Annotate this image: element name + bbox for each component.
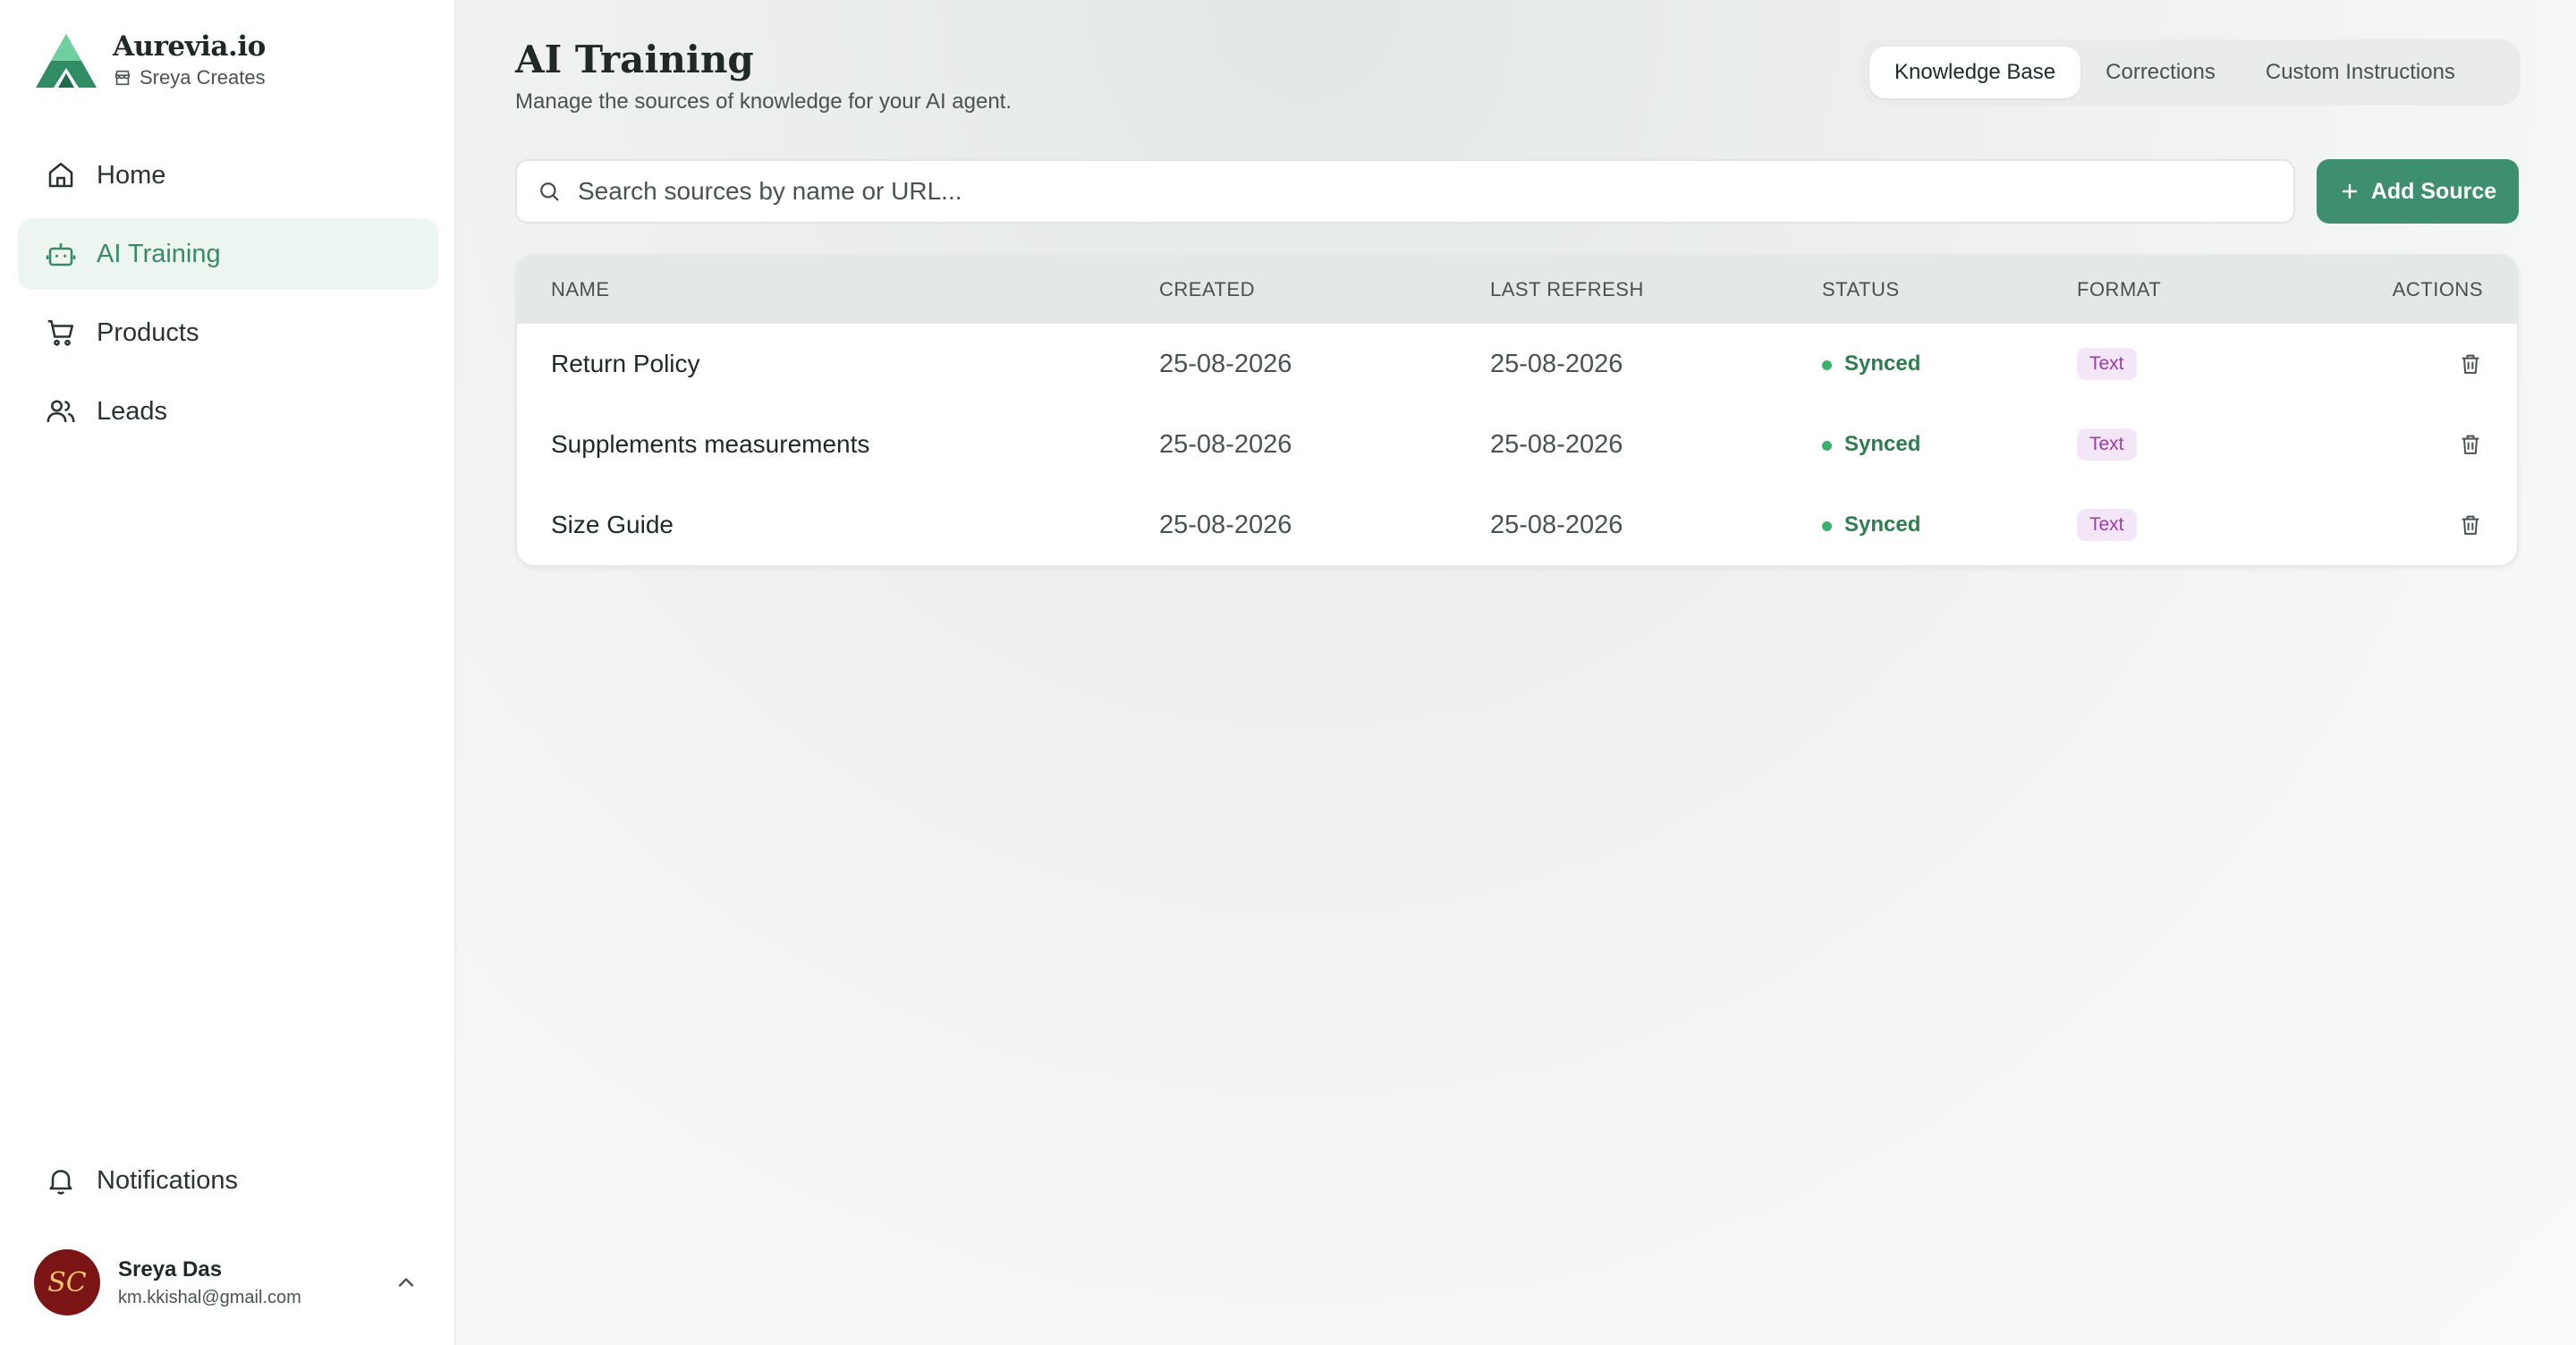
- column-header-last-refresh[interactable]: LAST REFRESH: [1490, 278, 1644, 301]
- format-badge: Text: [2077, 428, 2137, 461]
- delete-button[interactable]: [2458, 404, 2483, 485]
- trash-icon: [2462, 435, 2479, 454]
- created-date: 25-08-2026: [1159, 429, 1292, 459]
- status-text: Synced: [1844, 351, 1921, 376]
- sidebar-item-label: Products: [97, 317, 199, 347]
- sidebar-item-label: AI Training: [97, 239, 221, 268]
- tab-corrections[interactable]: Corrections: [2080, 47, 2241, 98]
- column-header-status[interactable]: STATUS: [1822, 278, 1900, 301]
- aurevia-logo-icon: [36, 34, 97, 88]
- trash-icon: [2462, 515, 2479, 535]
- status-badge: Synced: [1822, 404, 1920, 485]
- tab-knowledge-base[interactable]: Knowledge Base: [1869, 47, 2081, 98]
- sidebar: Aurevia.io Sreya Creates Home AI Trainin…: [0, 0, 456, 1345]
- column-header-created[interactable]: CREATED: [1159, 278, 1255, 301]
- user-email: km.kkishal@gmail.com: [118, 1287, 301, 1307]
- status-text: Synced: [1844, 512, 1921, 537]
- column-header-format[interactable]: FORMAT: [2077, 278, 2161, 301]
- add-source-button[interactable]: Add Source: [2317, 159, 2519, 224]
- trash-icon: [2462, 354, 2479, 374]
- status-badge: Synced: [1822, 324, 1920, 404]
- robot-icon: [46, 243, 76, 266]
- source-name[interactable]: Return Policy: [551, 324, 700, 404]
- table-row[interactable]: Size Guide 25-08-2026 25-08-2026 Synced …: [517, 485, 2517, 565]
- tab-bar: Knowledge Base Corrections Custom Instru…: [1862, 39, 2521, 106]
- format-cell: Text: [2077, 324, 2137, 404]
- format-cell: Text: [2077, 404, 2137, 485]
- brand-name: Aurevia.io: [113, 30, 266, 63]
- delete-button[interactable]: [2458, 324, 2483, 404]
- sidebar-nav: Home AI Training Products Leads: [18, 140, 438, 454]
- source-name[interactable]: Size Guide: [551, 485, 674, 565]
- sidebar-item-label: Home: [97, 160, 166, 190]
- last-refresh-date: 25-08-2026: [1490, 510, 1623, 539]
- user-name: Sreya Das: [118, 1256, 223, 1282]
- user-menu[interactable]: SC Sreya Das km.kkishal@gmail.com: [34, 1247, 428, 1318]
- users-icon: [47, 400, 75, 423]
- table-header: NAME CREATED LAST REFRESH STATUS FORMAT …: [517, 256, 2517, 324]
- sidebar-item-ai-training[interactable]: AI Training: [18, 218, 438, 290]
- workspace-name: Sreya Creates: [140, 66, 266, 89]
- status-badge: Synced: [1822, 485, 1920, 565]
- status-dot-icon: [1822, 441, 1832, 451]
- created-date: 25-08-2026: [1159, 349, 1292, 378]
- last-refresh-date: 25-08-2026: [1490, 349, 1623, 378]
- home-icon: [48, 162, 73, 188]
- format-cell: Text: [2077, 485, 2137, 565]
- status-text: Synced: [1844, 432, 1921, 456]
- search-input[interactable]: [578, 177, 2293, 206]
- sidebar-item-home[interactable]: Home: [18, 140, 438, 211]
- column-header-name[interactable]: NAME: [551, 278, 610, 301]
- last-refresh-date: 25-08-2026: [1490, 429, 1623, 459]
- page-title: AI Training: [515, 38, 754, 81]
- cart-icon: [47, 319, 74, 346]
- add-source-label: Add Source: [2370, 178, 2497, 204]
- sidebar-item-leads[interactable]: Leads: [18, 376, 438, 447]
- notifications-label: Notifications: [97, 1165, 238, 1195]
- status-dot-icon: [1822, 521, 1832, 531]
- plus-icon: [2342, 183, 2358, 199]
- page-subtitle: Manage the sources of knowledge for your…: [515, 89, 1013, 114]
- chevron-up-icon[interactable]: [394, 1270, 419, 1295]
- sidebar-item-label: Leads: [97, 396, 168, 426]
- format-badge: Text: [2077, 509, 2137, 541]
- column-header-actions: ACTIONS: [2392, 278, 2483, 300]
- source-name[interactable]: Supplements measurements: [551, 404, 869, 485]
- created-date: 25-08-2026: [1159, 510, 1292, 539]
- search-icon: [540, 182, 559, 201]
- format-badge: Text: [2077, 348, 2137, 380]
- tab-custom-instructions[interactable]: Custom Instructions: [2241, 47, 2480, 98]
- notifications-button[interactable]: Notifications: [18, 1146, 438, 1214]
- sidebar-item-products[interactable]: Products: [18, 297, 438, 368]
- brand: Aurevia.io Sreya Creates: [34, 30, 266, 89]
- delete-button[interactable]: [2458, 485, 2483, 565]
- table-row[interactable]: Supplements measurements 25-08-2026 25-0…: [517, 404, 2517, 485]
- search-box: [515, 159, 2295, 224]
- workspace-switcher[interactable]: Sreya Creates: [113, 66, 266, 89]
- avatar: SC: [34, 1249, 100, 1315]
- status-dot-icon: [1822, 360, 1832, 370]
- main-content: AI Training Manage the sources of knowle…: [456, 0, 2576, 1345]
- store-icon: [114, 70, 131, 86]
- bell-icon: [49, 1170, 72, 1195]
- app-root: Aurevia.io Sreya Creates Home AI Trainin…: [0, 0, 2576, 1345]
- table-row[interactable]: Return Policy 25-08-2026 25-08-2026 Sync…: [517, 324, 2517, 404]
- sources-table: NAME CREATED LAST REFRESH STATUS FORMAT …: [515, 254, 2519, 567]
